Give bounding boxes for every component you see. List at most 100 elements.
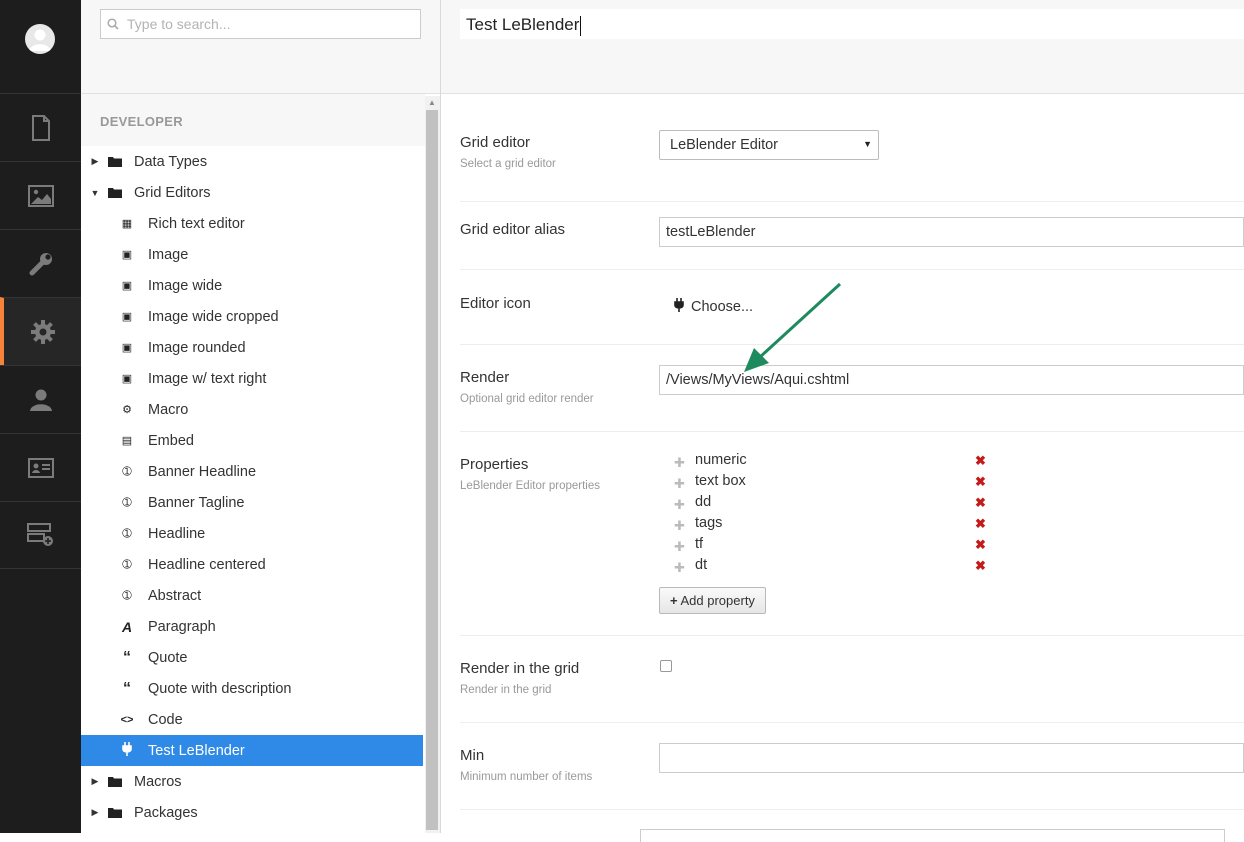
row-properties: Properties LeBlender Editor properties ✚… — [460, 432, 1244, 636]
plug-icon — [674, 298, 684, 315]
tree-item-image-wide-cropped[interactable]: ▣ Image wide cropped — [81, 301, 423, 332]
render-in-grid-checkbox[interactable] — [660, 660, 672, 672]
alias-input[interactable]: testLeBlender — [659, 217, 1244, 247]
delete-icon[interactable]: ✖ — [975, 516, 986, 532]
choose-icon-button[interactable]: Choose... — [674, 298, 753, 315]
tree-node-data-types[interactable]: ▶ Data Types — [88, 146, 208, 177]
drag-handle-icon[interactable]: ✚ — [674, 497, 685, 513]
text-cursor — [580, 15, 582, 36]
tree-node-grid-editors[interactable]: ▼ Grid Editors — [88, 177, 211, 208]
render-description: Optional grid editor render — [460, 393, 594, 405]
row-editor-icon: Editor icon Choose... — [460, 270, 1244, 345]
min-input[interactable] — [659, 743, 1244, 773]
folder-icon — [108, 777, 122, 787]
property-item[interactable]: ✚ tf ✖ — [674, 536, 986, 557]
row-render-in-grid: Render in the grid Render in the grid — [460, 636, 1244, 723]
editor-header: Test LeBlender — [441, 0, 1244, 94]
tree-item-test-leblender[interactable]: Test LeBlender — [81, 735, 423, 766]
caret-down-icon[interactable]: ▼ — [88, 188, 102, 198]
tree-item-quote[interactable]: “ Quote — [81, 642, 423, 673]
tree-item-headline-centered[interactable]: ➀ Headline centered — [81, 549, 423, 580]
nav-users[interactable] — [0, 365, 81, 433]
tree-item-rich-text-editor[interactable]: ▦ Rich text editor — [81, 208, 423, 239]
tree-item-macro[interactable]: ⚙ Macro — [81, 394, 423, 425]
scrollbar-thumb[interactable] — [426, 110, 438, 830]
user-icon — [29, 389, 52, 411]
property-item[interactable]: ✚ dt ✖ — [674, 557, 986, 578]
editor-icon-label: Editor icon — [460, 295, 531, 312]
info-icon: ➀ — [122, 528, 132, 540]
editor-name-input[interactable]: Test LeBlender — [460, 9, 1244, 39]
tree-item-abstract[interactable]: ➀ Abstract — [81, 580, 423, 611]
search-icon — [107, 18, 119, 30]
picture-icon: ▣ — [121, 373, 133, 385]
grid-editor-select[interactable]: LeBlender Editor ▼ — [659, 130, 879, 160]
search-input[interactable] — [125, 14, 410, 34]
folder-icon — [108, 157, 122, 167]
nav-media[interactable] — [0, 161, 81, 229]
add-property-button[interactable]: + Add property — [659, 587, 766, 614]
property-item[interactable]: ✚ dd ✖ — [674, 494, 986, 515]
render-input[interactable]: /Views/MyViews/Aqui.cshtml — [659, 365, 1244, 395]
tree-item-quote-with-description[interactable]: “ Quote with description — [81, 673, 423, 704]
tree-node-macros[interactable]: ▶ Macros — [88, 766, 182, 797]
alias-label: Grid editor alias — [460, 221, 566, 238]
nav-forms[interactable] — [0, 501, 81, 569]
delete-icon[interactable]: ✖ — [975, 537, 986, 553]
delete-icon[interactable]: ✖ — [975, 453, 986, 469]
drag-handle-icon[interactable]: ✚ — [674, 455, 685, 471]
user-avatar[interactable] — [25, 24, 55, 54]
row-grid-editor-alias: Grid editor alias testLeBlender — [460, 202, 1244, 270]
picture-icon: ▣ — [121, 280, 133, 292]
picture-icon: ▣ — [121, 249, 133, 261]
properties-label: Properties — [460, 456, 529, 473]
tree-item-headline[interactable]: ➀ Headline — [81, 518, 423, 549]
plug-icon — [120, 742, 134, 759]
tree-item-banner-tagline[interactable]: ➀ Banner Tagline — [81, 487, 423, 518]
editor-panel: Test LeBlender Grid editor Select a grid… — [441, 0, 1244, 842]
property-item[interactable]: ✚ tags ✖ — [674, 515, 986, 536]
tree-node-packages[interactable]: ▶ Packages — [88, 797, 198, 828]
dropdown-arrow-icon: ▼ — [863, 139, 872, 149]
drag-handle-icon[interactable]: ✚ — [674, 518, 685, 534]
nav-members[interactable] — [0, 433, 81, 501]
tree-item-banner-headline[interactable]: ➀ Banner Headline — [81, 456, 423, 487]
caret-right-icon[interactable]: ▶ — [88, 807, 102, 818]
property-item[interactable]: ✚ numeric ✖ — [674, 452, 986, 473]
nav-content[interactable] — [0, 93, 81, 161]
next-field-input[interactable] — [640, 829, 1225, 842]
drag-handle-icon[interactable]: ✚ — [674, 560, 685, 576]
search-box[interactable] — [100, 9, 421, 39]
scroll-up-icon[interactable]: ▲ — [428, 98, 436, 107]
forms-icon — [26, 523, 53, 546]
min-description: Minimum number of items — [460, 771, 593, 783]
delete-icon[interactable]: ✖ — [975, 495, 986, 511]
delete-icon[interactable]: ✖ — [975, 474, 986, 490]
tree-header — [81, 0, 440, 94]
drag-handle-icon[interactable]: ✚ — [674, 539, 685, 555]
tree-item-paragraph[interactable]: A Paragraph — [81, 611, 423, 642]
font-icon: A — [121, 618, 133, 635]
caret-right-icon[interactable]: ▶ — [88, 776, 102, 787]
property-item[interactable]: ✚ text box ✖ — [674, 473, 986, 494]
gear-icon — [30, 319, 55, 344]
drag-handle-icon[interactable]: ✚ — [674, 476, 685, 492]
info-icon: ➀ — [122, 466, 132, 478]
picture-icon: ▣ — [121, 342, 133, 354]
render-in-grid-description: Render in the grid — [460, 684, 552, 696]
delete-icon[interactable]: ✖ — [975, 558, 986, 574]
info-icon: ➀ — [122, 497, 132, 509]
picture-icon: ▣ — [121, 311, 133, 323]
tree-item-embed[interactable]: ▤ Embed — [81, 425, 423, 456]
nav-settings[interactable] — [0, 229, 81, 297]
tree-scrollbar[interactable]: ▲ — [425, 96, 440, 833]
tree-item-image-wide[interactable]: ▣ Image wide — [81, 270, 423, 301]
caret-right-icon[interactable]: ▶ — [88, 156, 102, 167]
movie-icon: ▤ — [121, 435, 133, 447]
tree-item-code[interactable]: <> Code — [81, 704, 423, 735]
tree-item-image-text-right[interactable]: ▣ Image w/ text right — [81, 363, 423, 394]
folder-icon — [108, 808, 122, 818]
nav-developer[interactable] — [0, 297, 81, 365]
tree-item-image-rounded[interactable]: ▣ Image rounded — [81, 332, 423, 363]
tree-item-image[interactable]: ▣ Image — [81, 239, 423, 270]
